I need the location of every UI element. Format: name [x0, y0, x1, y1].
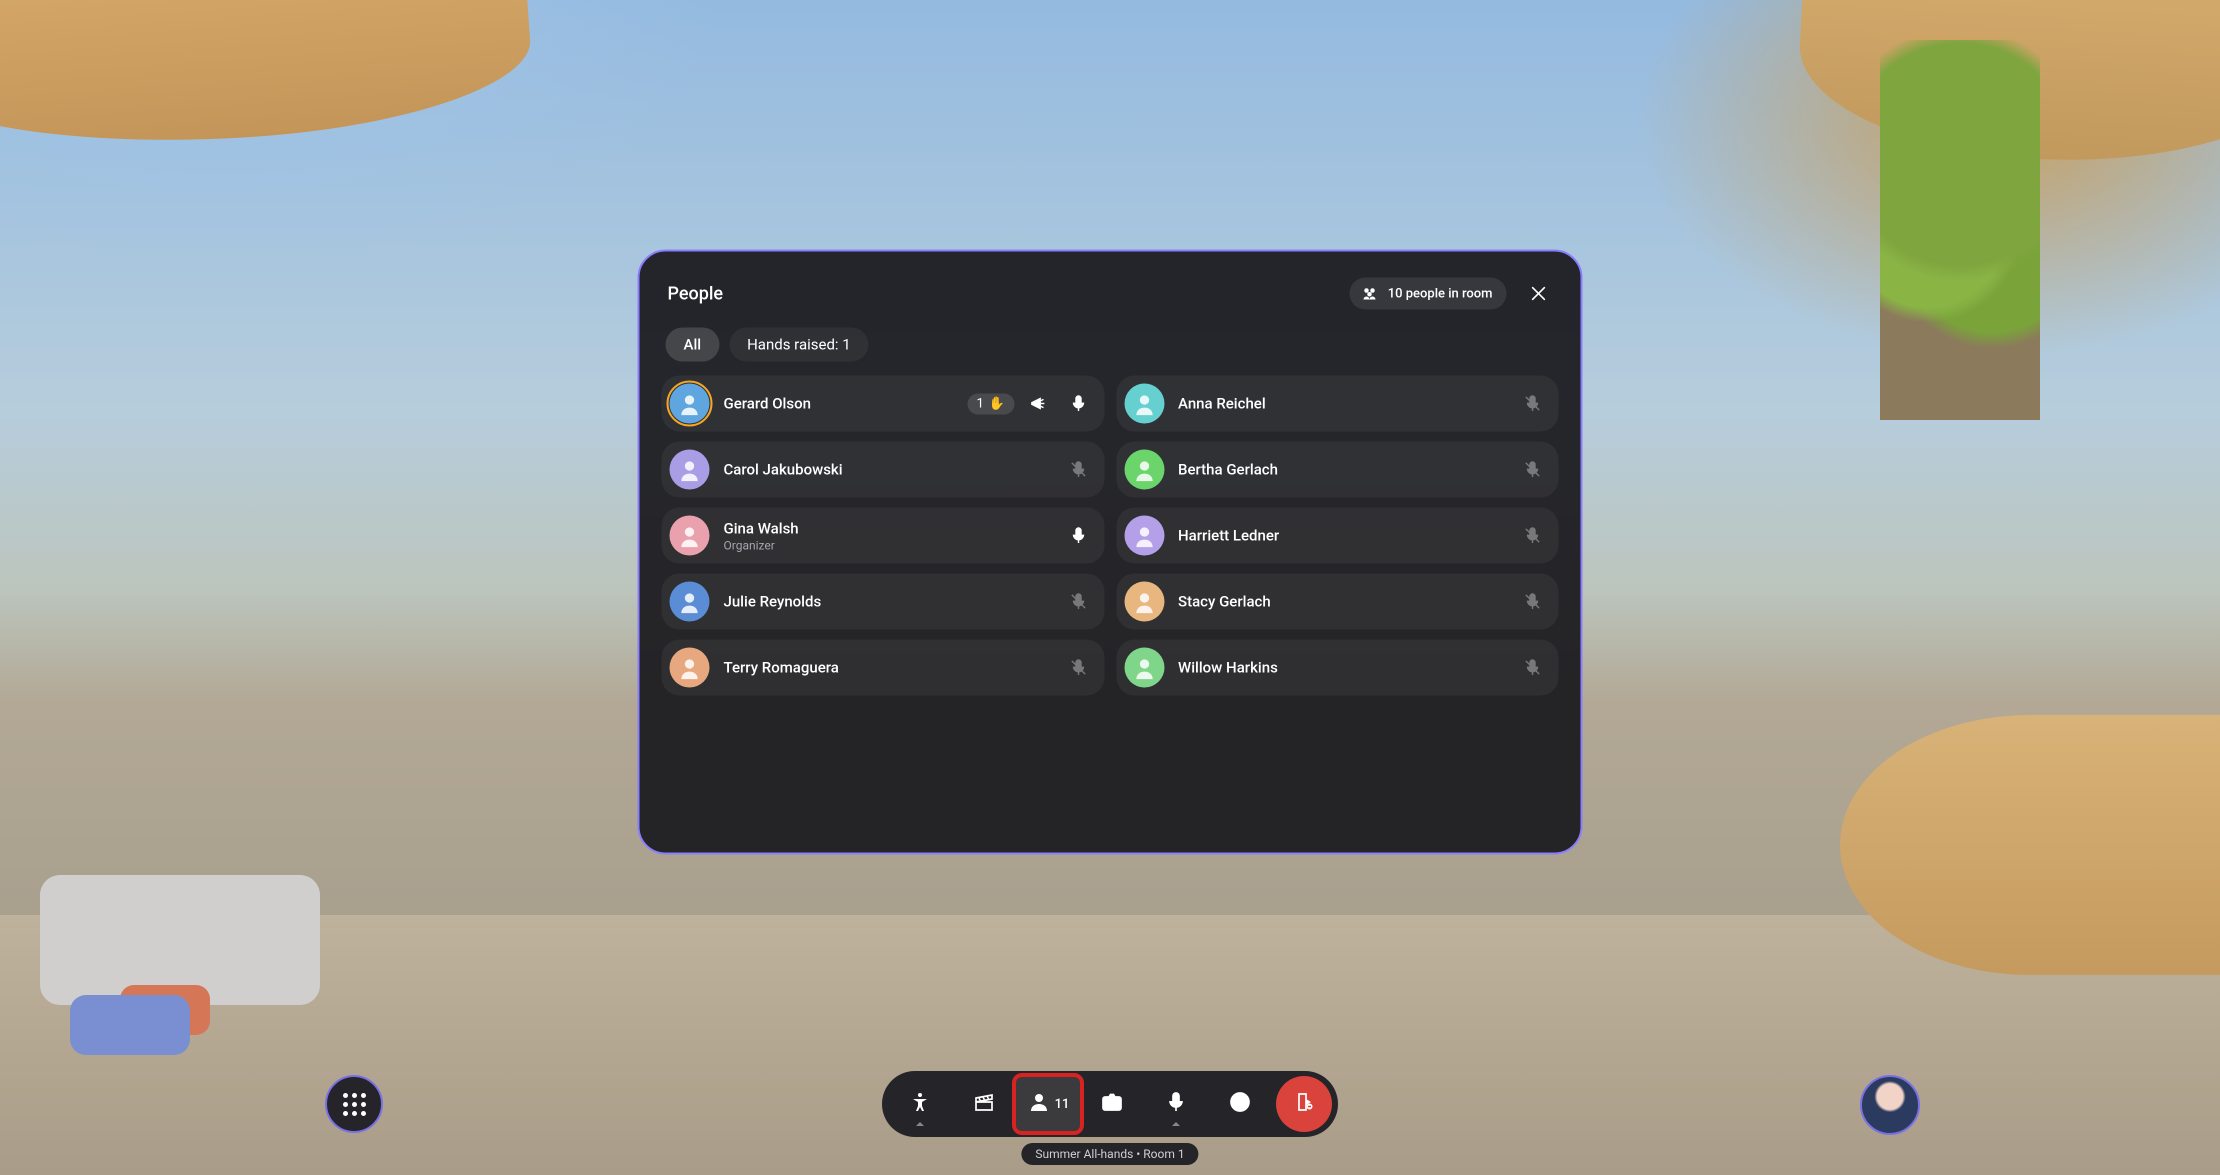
row-icons — [1028, 394, 1088, 414]
room-count-label: 10 people in room — [1388, 286, 1493, 301]
person-subtitle: Organizer — [724, 538, 1055, 552]
avatar — [1124, 582, 1164, 622]
mic-muted-icon[interactable] — [1523, 658, 1543, 678]
tab-hands-raised[interactable]: Hands raised: 1 — [729, 328, 869, 362]
avatar — [1124, 516, 1164, 556]
hand-raised-icon: ✋ — [989, 396, 1005, 411]
toolbar-people-button[interactable]: 11 — [1016, 1077, 1080, 1131]
close-icon — [1529, 284, 1549, 304]
mic-muted-icon[interactable] — [1523, 394, 1543, 414]
mic-muted-icon[interactable] — [1068, 592, 1088, 612]
toolbar-leave-button[interactable] — [1276, 1076, 1332, 1132]
avatar — [670, 450, 710, 490]
mic-icon[interactable] — [1068, 394, 1088, 414]
panel-title: People — [668, 283, 724, 304]
person-row[interactable]: Terry Romaguera — [662, 640, 1105, 696]
row-icons — [1523, 460, 1543, 480]
hand-raised-badge: 1✋ — [968, 393, 1015, 414]
person-name: Willow Harkins — [1178, 659, 1509, 677]
row-icons — [1068, 526, 1088, 546]
toolbar-people-count: 11 — [1055, 1097, 1070, 1112]
mic-muted-icon[interactable] — [1523, 526, 1543, 546]
avatar — [1124, 384, 1164, 424]
mic-icon — [1164, 1090, 1188, 1118]
camera-icon — [1100, 1090, 1124, 1118]
name-block: Harriett Ledner — [1178, 527, 1509, 545]
apps-button[interactable] — [325, 1075, 383, 1133]
row-icons — [1523, 658, 1543, 678]
close-button[interactable] — [1525, 280, 1553, 308]
person-name: Anna Reichel — [1178, 395, 1509, 413]
person-row[interactable]: Bertha Gerlach — [1116, 442, 1559, 498]
avatar — [670, 648, 710, 688]
decor-wood-bottom — [1840, 715, 2220, 975]
row-icons — [1523, 394, 1543, 414]
name-block: Gina WalshOrganizer — [724, 519, 1055, 552]
row-icons — [1523, 592, 1543, 612]
name-block: Julie Reynolds — [724, 593, 1055, 611]
tab-all[interactable]: All — [666, 328, 720, 362]
row-icons — [1068, 592, 1088, 612]
person-row[interactable]: Stacy Gerlach — [1116, 574, 1559, 630]
decor-ottoman-blue — [70, 995, 190, 1055]
person-icon — [1027, 1090, 1051, 1118]
person-row[interactable]: Harriett Ledner — [1116, 508, 1559, 564]
toolbar-scene-button[interactable] — [952, 1077, 1016, 1131]
person-name: Bertha Gerlach — [1178, 461, 1509, 479]
avatar — [1124, 648, 1164, 688]
self-avatar[interactable] — [1860, 1075, 1920, 1135]
name-block: Carol Jakubowski — [724, 461, 1055, 479]
person-row[interactable]: Gerard Olson1✋ — [662, 376, 1105, 432]
mic-icon[interactable] — [1068, 526, 1088, 546]
person-name: Julie Reynolds — [724, 593, 1055, 611]
accessibility-icon — [908, 1090, 932, 1118]
avatar — [670, 582, 710, 622]
smile-icon — [1228, 1090, 1252, 1118]
decor-tree — [1880, 40, 2040, 420]
row-icons — [1068, 658, 1088, 678]
people-group-icon — [1360, 284, 1380, 304]
name-block: Terry Romaguera — [724, 659, 1055, 677]
toolbar-camera-button[interactable] — [1080, 1077, 1144, 1131]
mic-muted-icon[interactable] — [1068, 460, 1088, 480]
name-block: Anna Reichel — [1178, 395, 1509, 413]
name-block: Gerard Olson — [724, 395, 954, 413]
person-row[interactable]: Willow Harkins — [1116, 640, 1559, 696]
person-row[interactable]: Carol Jakubowski — [662, 442, 1105, 498]
person-row[interactable]: Anna Reichel — [1116, 376, 1559, 432]
room-count-pill[interactable]: 10 people in room — [1350, 278, 1507, 310]
person-name: Gerard Olson — [724, 395, 954, 413]
mic-muted-icon[interactable] — [1523, 592, 1543, 612]
bottom-toolbar: 11 — [882, 1071, 1338, 1137]
person-name: Carol Jakubowski — [724, 461, 1055, 479]
mic-muted-icon[interactable] — [1523, 460, 1543, 480]
person-name: Harriett Ledner — [1178, 527, 1509, 545]
leave-icon — [1292, 1090, 1316, 1118]
clapper-icon — [972, 1090, 996, 1118]
person-name: Gina Walsh — [724, 519, 1055, 537]
person-name: Stacy Gerlach — [1178, 593, 1509, 611]
badge-number: 1 — [977, 396, 984, 411]
megaphone-icon[interactable] — [1028, 394, 1048, 414]
person-row[interactable]: Gina WalshOrganizer — [662, 508, 1105, 564]
name-block: Stacy Gerlach — [1178, 593, 1509, 611]
name-block: Bertha Gerlach — [1178, 461, 1509, 479]
people-panel: People 10 people in room All Hands raise… — [638, 250, 1583, 855]
avatar — [1124, 450, 1164, 490]
session-label: Summer All-hands • Room 1 — [1021, 1143, 1198, 1165]
name-block: Willow Harkins — [1178, 659, 1509, 677]
toolbar-accessibility-button[interactable] — [888, 1077, 952, 1131]
person-row[interactable]: Julie Reynolds — [662, 574, 1105, 630]
toolbar-reactions-button[interactable] — [1208, 1077, 1272, 1131]
row-icons — [1523, 526, 1543, 546]
person-name: Terry Romaguera — [724, 659, 1055, 677]
avatar — [670, 384, 710, 424]
toolbar-mic-button[interactable] — [1144, 1077, 1208, 1131]
mic-muted-icon[interactable] — [1068, 658, 1088, 678]
avatar — [670, 516, 710, 556]
apps-grid-icon — [343, 1093, 366, 1116]
row-icons — [1068, 460, 1088, 480]
